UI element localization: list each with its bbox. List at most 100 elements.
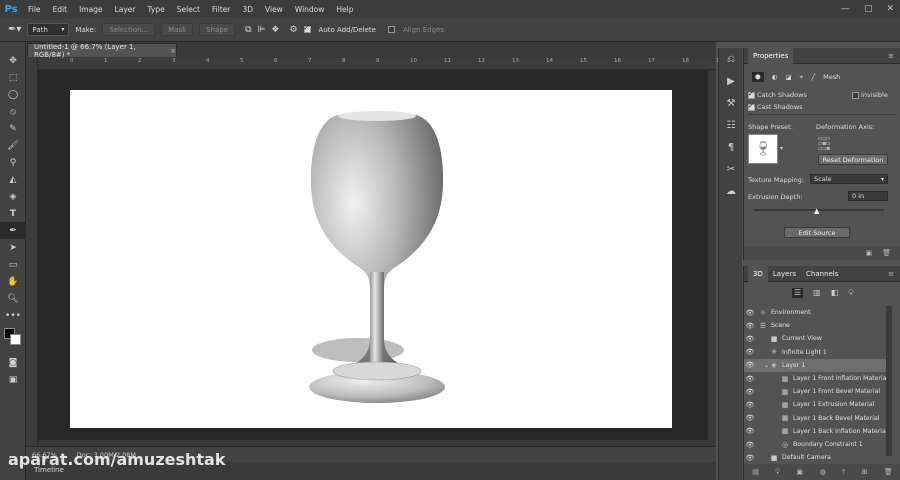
scene-tree-item[interactable]: 👁︎ ☼ Environment xyxy=(744,306,892,319)
tab-3d[interactable]: 3D xyxy=(748,265,768,282)
menu-window[interactable]: Window xyxy=(289,5,331,14)
visibility-eye-icon[interactable]: 👁︎ xyxy=(744,401,756,409)
deform-icon[interactable]: ◐ xyxy=(772,73,778,81)
tab-layers[interactable]: Layers xyxy=(768,266,801,282)
scene-tree-item[interactable]: 👁︎ ◎ Boundary Constraint 1 xyxy=(744,438,892,451)
visibility-eye-icon[interactable]: 👁︎ xyxy=(744,309,756,317)
move-tool-icon[interactable]: ✥ xyxy=(0,52,26,69)
tool-presets-icon[interactable]: ⚒ xyxy=(719,92,743,114)
rectangle-tool-icon[interactable]: ▭ xyxy=(0,256,26,273)
libraries-icon[interactable]: ☁ xyxy=(719,180,743,202)
scene-tree-item[interactable]: 👁︎ ■ Default Camera xyxy=(744,451,892,464)
cap-icon[interactable]: ◪ xyxy=(785,73,791,81)
3d-panel-menu-icon[interactable]: ≡ xyxy=(888,270,894,278)
scene-tree-item[interactable]: 👁︎ ⌄ ◈ Layer 1 xyxy=(744,358,892,372)
properties-tab[interactable]: Properties xyxy=(748,47,794,64)
menu-filter[interactable]: Filter xyxy=(206,5,237,14)
marquee-tool-icon[interactable]: ⬚ xyxy=(0,69,26,86)
pen-tool-icon[interactable]: ✒ xyxy=(0,222,26,239)
tab-channels[interactable]: Channels xyxy=(801,266,843,282)
mask-button[interactable]: Mask xyxy=(161,23,194,36)
extrusion-depth-slider-handle[interactable]: ▲ xyxy=(814,207,819,215)
play-actions-icon[interactable]: ▶ xyxy=(719,70,743,92)
maximize-button[interactable]: ▢ xyxy=(864,4,873,14)
visibility-eye-icon[interactable]: 👁︎ xyxy=(744,427,756,435)
more-tools-icon[interactable]: ••• xyxy=(0,307,26,324)
texture-mapping-select[interactable]: Scale ▾ xyxy=(810,174,888,184)
hand-tool-icon[interactable]: ✋ xyxy=(0,273,26,290)
mesh-icon[interactable]: ⬢ xyxy=(752,72,764,82)
scene-tree-item[interactable]: 👁︎ ✳ Infinite Light 1 xyxy=(744,346,892,359)
mode-select[interactable]: Path ▾ xyxy=(27,23,70,36)
visibility-eye-icon[interactable]: 👁︎ xyxy=(744,348,756,356)
scene-tree-item[interactable]: 👁︎ ☰ Scene xyxy=(744,319,892,332)
history-icon[interactable]: ⎌ xyxy=(719,48,743,70)
material-footer-icon[interactable]: ◍ xyxy=(820,468,826,476)
scene-tree-item[interactable]: 👁︎ ■ Current View xyxy=(744,332,892,345)
move-footer-icon[interactable]: ⤒ xyxy=(842,468,845,477)
path-selection-tool-icon[interactable]: ➤ xyxy=(0,239,26,256)
scene-tree-item[interactable]: 👁︎ ▦ Layer 1 Extrusion Material xyxy=(744,398,892,411)
deformation-axis-grid-icon[interactable]: ▫▫▫ ▫▪▫ ▫▫▪ xyxy=(818,136,830,152)
quick-selection-tool-icon[interactable]: ⦸ xyxy=(0,103,26,120)
path-alignment-icon[interactable]: ⊫ xyxy=(258,25,266,35)
reset-deformation-button[interactable]: Reset Deformation xyxy=(818,154,888,165)
shape-preset-thumbnail[interactable]: 🍷︎ xyxy=(748,134,778,164)
document-tab[interactable]: Untitled-1 @ 66.7% (Layer 1, RGB/8#) * × xyxy=(27,43,177,59)
path-arrangement-icon[interactable]: ❖ xyxy=(271,25,279,35)
camera-footer-icon[interactable]: ▤ xyxy=(752,468,759,476)
scene-tree-item[interactable]: 👁︎ ▦ Layer 1 Back Bevel Material xyxy=(744,412,892,425)
gear-icon[interactable]: ⚙ xyxy=(289,25,297,35)
visibility-eye-icon[interactable]: 👁︎ xyxy=(744,441,756,449)
zoom-tool-icon[interactable]: 🔍︎ xyxy=(0,290,26,307)
meshes-filter-icon[interactable]: ▥ xyxy=(813,288,821,298)
scene-tree-item[interactable]: 👁︎ ▦ Layer 1 Front Inflation Material xyxy=(744,372,892,385)
quick-mask-icon[interactable]: ◙ xyxy=(0,354,26,371)
cast-shadows-checkbox[interactable] xyxy=(748,102,755,111)
color-swatches-icon[interactable] xyxy=(0,324,26,354)
coordinates-icon[interactable]: ⌖ xyxy=(800,73,804,82)
auto-add-delete-checkbox[interactable] xyxy=(303,24,311,33)
brush-tool-icon[interactable]: 🖌 xyxy=(0,137,26,154)
character-icon[interactable]: ✂ xyxy=(719,158,743,180)
menu-help[interactable]: Help xyxy=(330,5,359,14)
scene-tree-item[interactable]: 👁︎ ▦ Layer 1 Back Inflation Material xyxy=(744,425,892,438)
extrusion-depth-input[interactable]: 0 in xyxy=(848,191,888,201)
visibility-eye-icon[interactable]: 👁︎ xyxy=(744,361,756,369)
paragraph-icon[interactable]: ¶ xyxy=(719,136,743,158)
trash-icon[interactable]: 🗑︎ xyxy=(882,249,891,257)
invisible-checkbox[interactable] xyxy=(852,91,859,99)
visibility-eye-icon[interactable]: 👁︎ xyxy=(744,454,756,462)
screen-mode-icon[interactable]: ▣ xyxy=(0,371,26,388)
path-operations-icon[interactable]: ⧉ xyxy=(245,25,251,35)
document-canvas[interactable] xyxy=(70,90,672,428)
materials-filter-icon[interactable]: ◧ xyxy=(831,288,839,298)
menu-view[interactable]: View xyxy=(259,5,289,14)
type-tool-icon[interactable]: T xyxy=(0,205,26,222)
menu-layer[interactable]: Layer xyxy=(109,5,142,14)
pen-tool-preset-icon[interactable]: ✒▾ xyxy=(8,24,21,35)
visibility-eye-icon[interactable]: 👁︎ xyxy=(744,414,756,422)
lasso-tool-icon[interactable]: ◯ xyxy=(0,86,26,103)
eyedropper-tool-icon[interactable]: ✎ xyxy=(0,120,26,137)
eraser-tool-icon[interactable]: ◭ xyxy=(0,171,26,188)
menu-file[interactable]: File xyxy=(22,5,47,14)
vertical-scrollbar[interactable] xyxy=(708,70,716,446)
visibility-eye-icon[interactable]: 👁︎ xyxy=(744,388,756,396)
scene-tree-item[interactable]: 👁︎ ▦ Layer 1 Front Bevel Material xyxy=(744,385,892,398)
3d-panel-scrollbar[interactable] xyxy=(886,306,892,456)
clone-stamp-tool-icon[interactable]: ⚲ xyxy=(0,154,26,171)
shape-button[interactable]: Shape xyxy=(199,23,236,36)
render-footer-icon[interactable]: ▣ xyxy=(797,468,804,476)
close-button[interactable]: ✕ xyxy=(886,4,894,14)
menu-select[interactable]: Select xyxy=(171,5,206,14)
visibility-eye-icon[interactable]: 👁︎ xyxy=(744,335,756,343)
align-edges-checkbox[interactable] xyxy=(387,26,395,33)
edit-source-button[interactable]: Edit Source xyxy=(784,227,850,238)
menu-image[interactable]: Image xyxy=(73,5,109,14)
paint-bucket-tool-icon[interactable]: ◈ xyxy=(0,188,26,205)
light-footer-icon[interactable]: 💡︎ xyxy=(775,468,780,477)
selection-button[interactable]: Selection... xyxy=(102,23,156,36)
minimize-button[interactable]: — xyxy=(841,4,850,14)
adjustments-icon[interactable]: ☷ xyxy=(719,114,743,136)
